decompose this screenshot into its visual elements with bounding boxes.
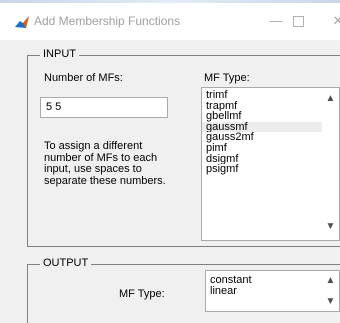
list-item[interactable]: pimf [202, 143, 339, 154]
number-of-mfs-input[interactable]: 5 5 [40, 97, 168, 118]
matlab-icon [15, 16, 29, 28]
input-mf-type-list[interactable]: trimf trapmf gbellmf gaussmf gauss2mf pi… [201, 87, 340, 241]
scroll-down-icon[interactable]: ▼ [322, 295, 339, 309]
title-bar: Add Membership Functions — ✕ [0, 0, 340, 40]
scrollbar[interactable]: ▲ ▼ [322, 271, 339, 311]
top-strip [0, 0, 340, 3]
list-item-selected[interactable]: linear [206, 285, 339, 297]
minimize-button[interactable]: — [264, 12, 288, 30]
scrollbar[interactable]: ▲ ▼ [322, 88, 339, 240]
close-button[interactable]: ✕ [326, 12, 340, 30]
maximize-button[interactable] [286, 12, 310, 30]
output-mf-type-label: MF Type: [119, 288, 165, 300]
list-item[interactable]: trimf [202, 90, 339, 101]
maximize-icon [292, 16, 304, 28]
list-item[interactable]: constant [206, 275, 339, 286]
scroll-down-icon[interactable]: ▼ [322, 220, 339, 234]
number-of-mfs-label: Number of MFs: [44, 72, 123, 84]
scroll-up-icon[interactable]: ▲ [322, 92, 339, 106]
output-group-legend: OUTPUT [40, 257, 92, 269]
scroll-up-icon[interactable]: ▲ [322, 274, 339, 288]
output-mf-type-list[interactable]: constant linear ▲ ▼ [205, 270, 340, 312]
list-item[interactable]: psigmf [202, 164, 339, 175]
help-text: To assign a different number of MFs to e… [44, 140, 166, 187]
input-group-legend: INPUT [40, 48, 79, 60]
input-mf-type-label: MF Type: [204, 72, 250, 84]
window-title: Add Membership Functions [34, 14, 181, 28]
